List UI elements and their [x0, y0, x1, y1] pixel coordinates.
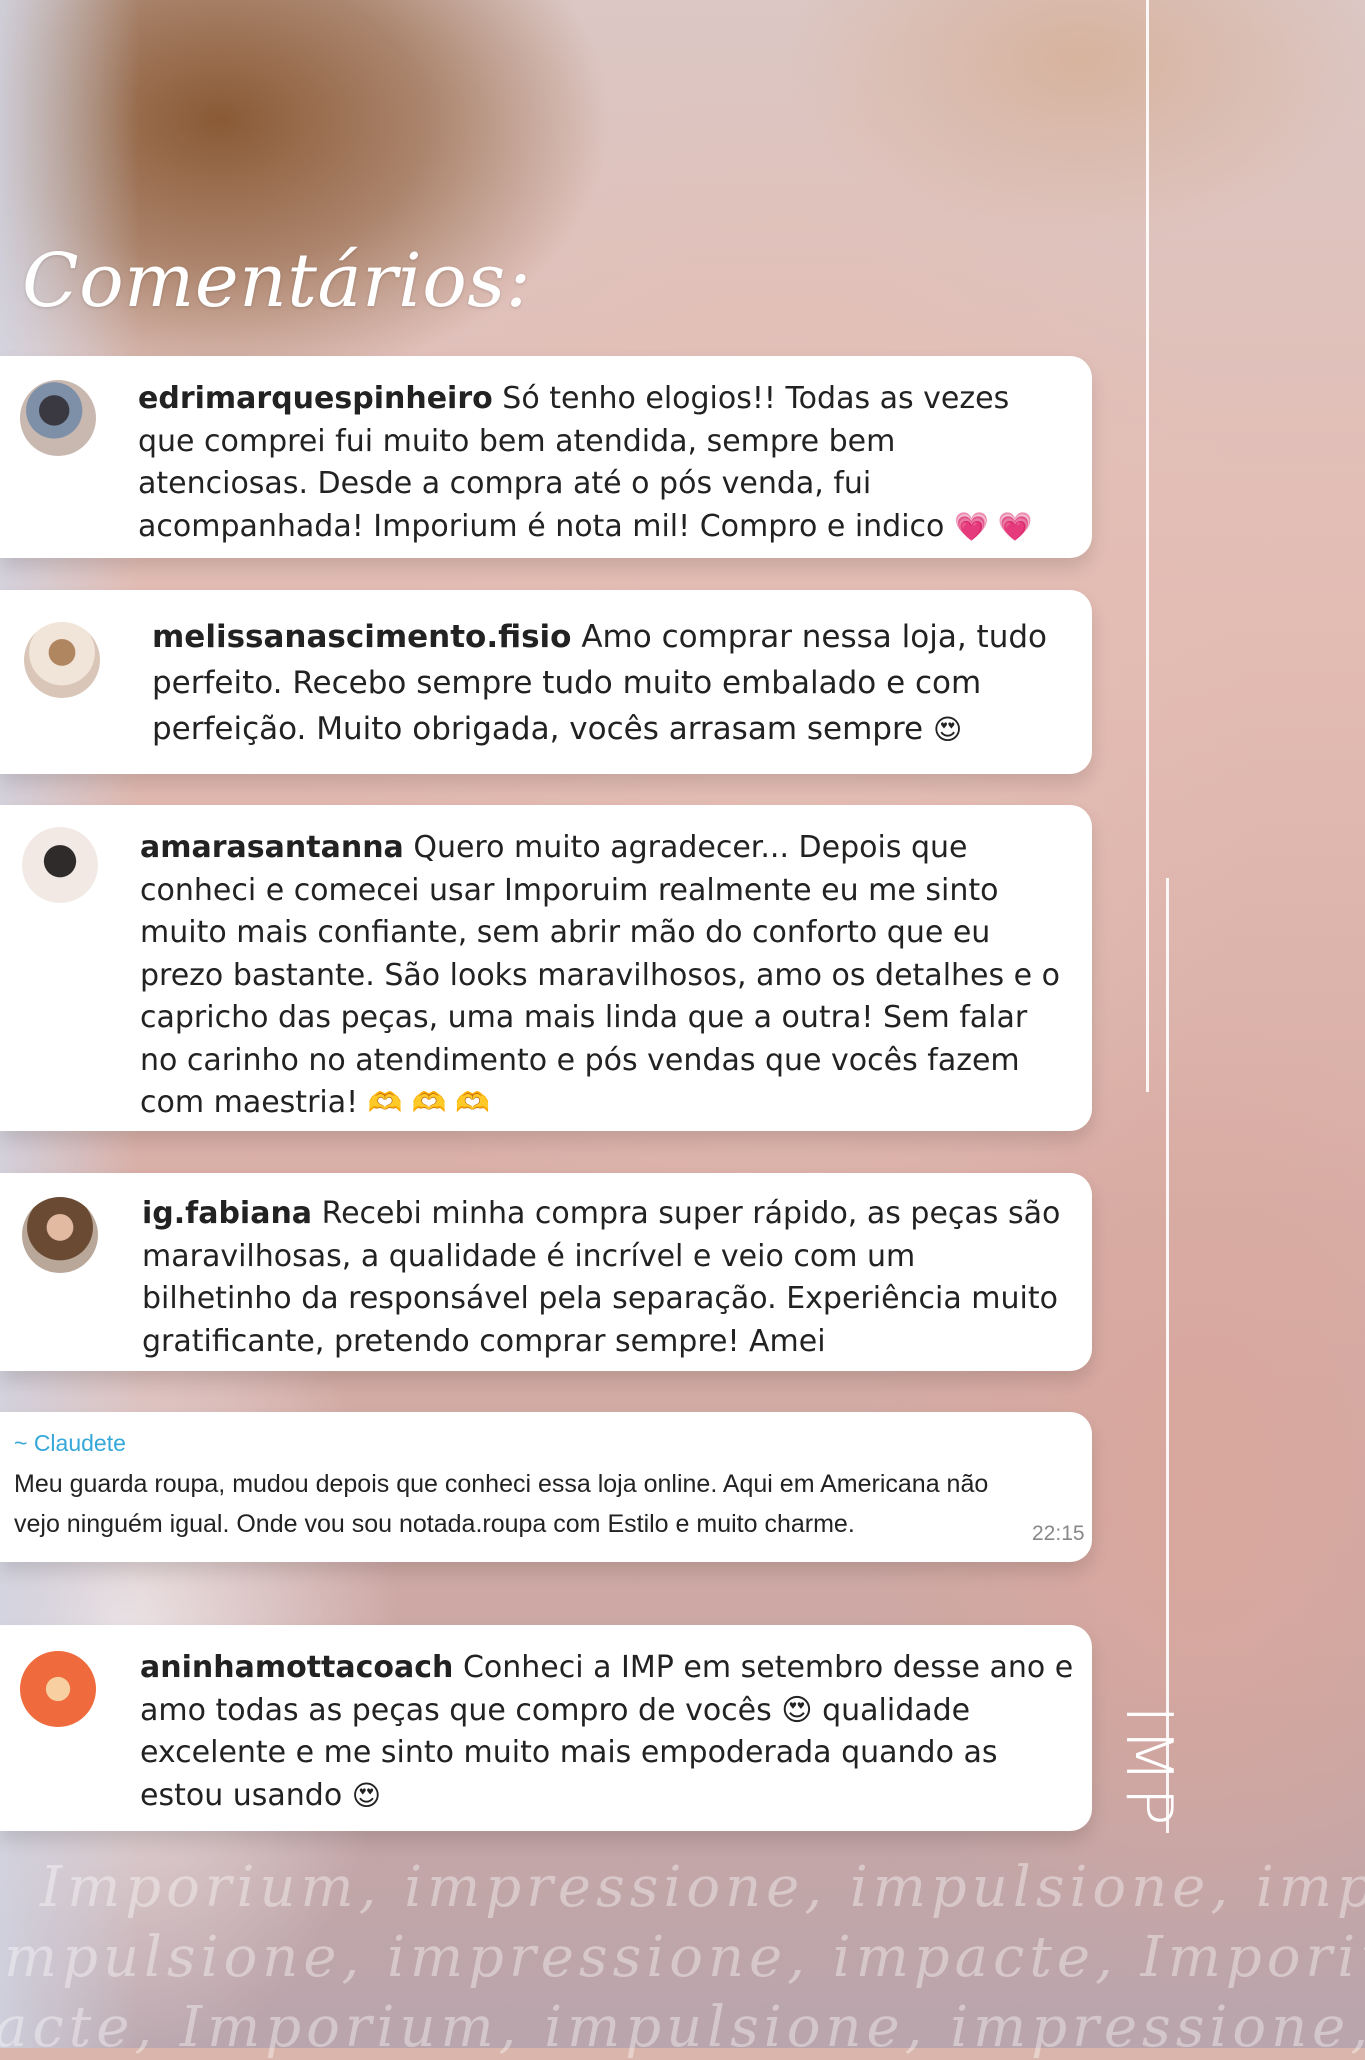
comment-text: ig.fabiana Recebi minha compra super ráp…	[142, 1193, 1062, 1363]
watermark-line: Imporium, impressione, impulsione, impac…	[40, 1855, 1365, 1920]
comment-text: amarasantanna Quero muito agradecer... D…	[140, 827, 1070, 1125]
comment-username[interactable]: melissanascimento.fisio	[152, 619, 571, 655]
comment-card: amarasantanna Quero muito agradecer... D…	[0, 805, 1092, 1131]
avatar	[20, 380, 96, 456]
message-sender: ~ Claudete	[14, 1430, 126, 1456]
heart-emoji-icon: 💗 💗	[953, 509, 1033, 543]
brand-logo: IMP	[1111, 1705, 1185, 1830]
comment-text: aninhamottacoach Conheci a IMP em setemb…	[140, 1647, 1080, 1817]
comment-username[interactable]: amarasantanna	[140, 830, 404, 865]
comment-card: edrimarquespinheiro Só tenho elogios!! T…	[0, 356, 1092, 558]
comment-text: melissanascimento.fisio Amo comprar ness…	[152, 614, 1052, 753]
avatar	[22, 827, 98, 903]
whatsapp-message: ~ Claudete Meu guarda roupa, mudou depoi…	[0, 1412, 1092, 1562]
avatar	[24, 622, 100, 698]
vertical-line-top	[1146, 0, 1149, 1092]
page-title: Comentários:	[22, 238, 532, 324]
heart-eyes-emoji-icon: 😍	[932, 713, 963, 746]
avatar	[20, 1651, 96, 1727]
message-text: Meu guarda roupa, mudou depois que conhe…	[14, 1470, 989, 1538]
watermark-line: mpulsione, impressione, impacte, Imporiu…	[4, 1925, 1365, 1990]
comment-card: ig.fabiana Recebi minha compra super ráp…	[0, 1173, 1092, 1371]
comment-username[interactable]: aninhamottacoach	[140, 1650, 453, 1685]
vertical-line-bottom	[1166, 878, 1169, 1833]
heart-hands-emoji-icon: 🫶 🫶 🫶	[367, 1086, 491, 1119]
comment-username[interactable]: ig.fabiana	[142, 1196, 312, 1231]
comment-card: aninhamottacoach Conheci a IMP em setemb…	[0, 1625, 1092, 1831]
comment-card: melissanascimento.fisio Amo comprar ness…	[0, 590, 1092, 774]
comment-text: edrimarquespinheiro Só tenho elogios!! T…	[138, 378, 1068, 548]
heart-eyes-emoji-icon: 😍	[351, 1778, 381, 1812]
avatar	[22, 1197, 98, 1273]
message-timestamp: 22:15	[1032, 1522, 1085, 1545]
comment-username[interactable]: edrimarquespinheiro	[138, 381, 493, 416]
watermark-line: acte, Imporium, impulsione, impressione,…	[0, 1995, 1365, 2060]
comment-body: Quero muito agradecer... Depois que conh…	[140, 830, 1061, 1120]
